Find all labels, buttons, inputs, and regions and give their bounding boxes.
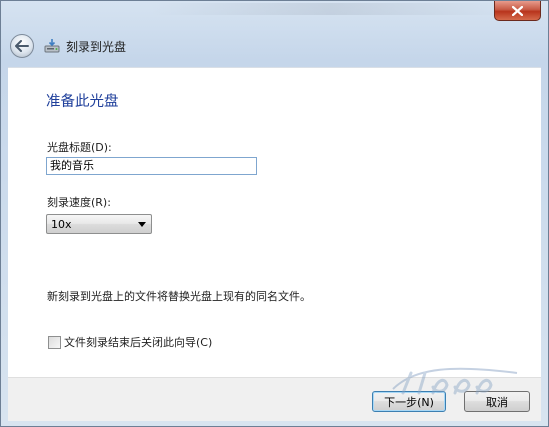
watermark-logo [392,367,518,395]
burn-speed-select[interactable]: 10x [46,214,152,234]
close-wizard-option[interactable]: 文件刻录结束后关闭此向导(C) [48,335,212,349]
chevron-down-icon [138,222,146,227]
replace-notice: 新刻录到光盘上的文件将替换光盘上现有的同名文件。 [47,290,311,303]
disc-burner-icon [44,39,60,53]
back-button[interactable] [10,34,34,58]
wizard-title: 刻录到光盘 [66,40,127,54]
back-arrow-icon [15,40,29,52]
close-button[interactable] [494,1,541,21]
burn-speed-value: 10x [51,218,72,231]
wizard-content: 准备此光盘 光盘标题(D): 我的音乐 刻录速度(R): 10x 新刻录到光盘上… [8,67,541,377]
close-icon [512,5,523,16]
disc-title-input[interactable]: 我的音乐 [46,157,257,175]
close-wizard-label: 文件刻录结束后关闭此向导(C) [64,336,213,349]
wizard-window: 刻录到光盘 准备此光盘 光盘标题(D): 我的音乐 刻录速度(R): 10x 新… [0,0,549,427]
burn-speed-label: 刻录速度(R): [47,196,111,209]
title-bar-background [151,3,511,15]
close-wizard-checkbox[interactable] [48,335,61,349]
page-heading: 准备此光盘 [46,94,119,110]
navigation-bar: 刻录到光盘 [1,25,548,67]
disc-title-label: 光盘标题(D): [47,141,112,154]
title-bar[interactable] [1,1,548,25]
